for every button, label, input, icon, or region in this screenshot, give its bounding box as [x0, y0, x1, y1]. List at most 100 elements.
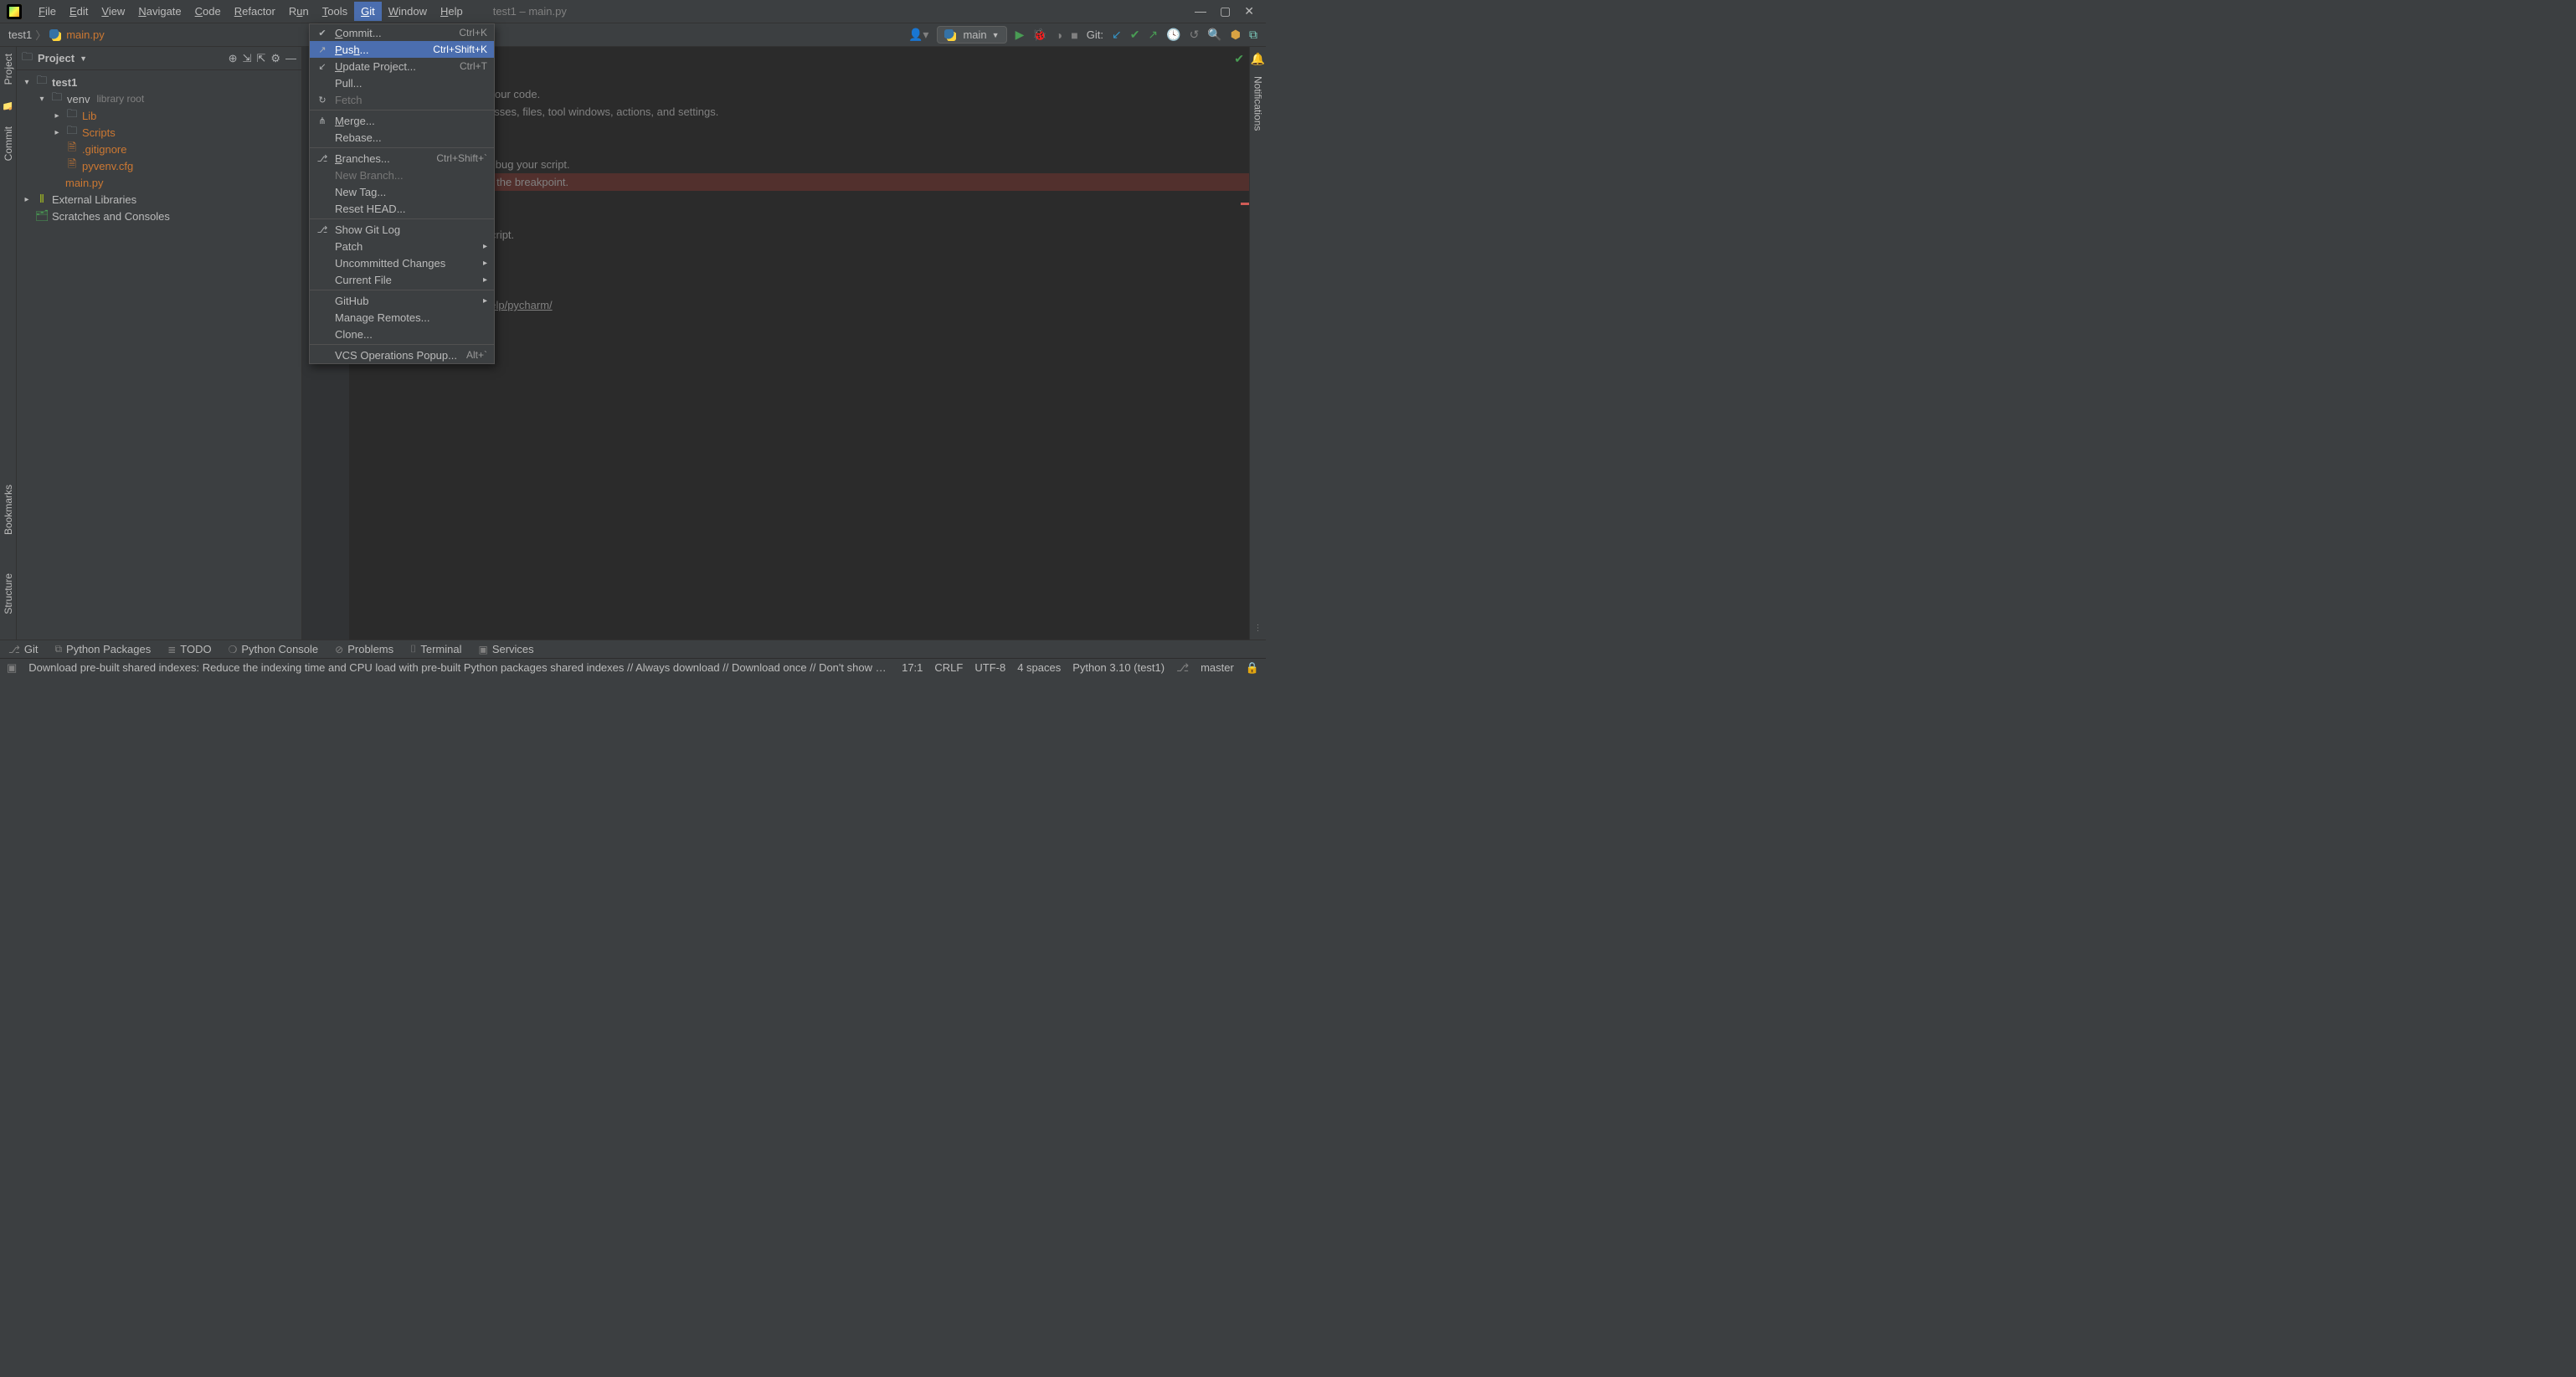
toolwindow-python-packages[interactable]: ⧉Python Packages	[54, 643, 151, 655]
git-reset-head[interactable]: Reset HEAD...	[310, 200, 494, 217]
tree-node-root[interactable]: ▾🗀test1	[17, 74, 301, 90]
toolwindow-commit[interactable]: Commit	[1, 125, 16, 162]
tree-node-lib[interactable]: ▸🗀Lib	[17, 107, 301, 124]
menu-code[interactable]: Code	[188, 2, 228, 21]
right-tool-stripe: 🔔 Notifications ⋮	[1249, 47, 1266, 640]
app-icon	[7, 4, 22, 19]
menu-window[interactable]: Window	[382, 2, 434, 21]
menu-tools[interactable]: Tools	[316, 2, 354, 21]
toolwindow-python-console[interactable]: ❍Python Console	[229, 643, 319, 655]
toolwindow-terminal[interactable]: ⌷Terminal	[410, 643, 461, 655]
status-message[interactable]: Download pre-built shared indexes: Reduc…	[28, 661, 890, 674]
git-branch-icon[interactable]: ⎇	[1176, 661, 1189, 675]
toolwindow-git[interactable]: ⎇Git	[8, 643, 38, 655]
git-push[interactable]: ↗Push...Ctrl+Shift+K	[310, 41, 494, 58]
select-opened-file-icon[interactable]: ⊕	[229, 52, 238, 65]
lock-icon[interactable]: 🔒	[1246, 661, 1259, 675]
error-stripe-mark[interactable]	[1241, 203, 1249, 205]
close-icon[interactable]: ✕	[1244, 4, 1254, 18]
git-update-icon[interactable]: ↙	[1112, 28, 1122, 42]
tree-node-pyvenv[interactable]: ▸🗎pyvenv.cfg	[17, 157, 301, 174]
git-github[interactable]: GitHub▸	[310, 292, 494, 309]
toolwindow-bookmarks[interactable]: Bookmarks	[1, 483, 16, 537]
notifications-bell-icon[interactable]: 🔔	[1251, 52, 1265, 66]
menu-navigate[interactable]: Navigate	[131, 2, 188, 21]
breadcrumb-file[interactable]: main.py	[66, 28, 105, 41]
inspection-ok-icon[interactable]: ✔	[1234, 52, 1244, 66]
git-show-log[interactable]: ⎇Show Git Log	[310, 221, 494, 238]
git-pull[interactable]: Pull...	[310, 75, 494, 91]
git-uncommitted-changes[interactable]: Uncommitted Changes▸	[310, 254, 494, 271]
status-branch[interactable]: master	[1201, 661, 1234, 674]
git-history-icon[interactable]: 🕓	[1166, 28, 1180, 42]
git-clone[interactable]: Clone...	[310, 326, 494, 342]
code-with-me-icon[interactable]: ⧉	[1249, 28, 1257, 42]
git-commit-icon[interactable]: ✔	[1130, 28, 1140, 42]
toolwindows-icon[interactable]: ▣	[7, 661, 17, 675]
add-user-icon[interactable]: 👤▾	[908, 28, 928, 42]
git-manage-remotes[interactable]: Manage Remotes...	[310, 309, 494, 326]
toolwindow-services[interactable]: ▣Services	[478, 643, 533, 655]
chevron-right-icon: 〉	[35, 27, 46, 43]
tree-node-gitignore[interactable]: ▸🗎.gitignore	[17, 141, 301, 157]
hide-icon[interactable]: —	[285, 52, 296, 64]
menu-help[interactable]: Help	[434, 2, 470, 21]
status-position[interactable]: 17:1	[902, 661, 923, 674]
toolwindow-problems[interactable]: ⊘Problems	[335, 643, 393, 655]
menu-git[interactable]: Git	[354, 2, 382, 21]
stop-button[interactable]: ■	[1071, 28, 1077, 42]
git-update-project[interactable]: ↙Update Project...Ctrl+T	[310, 58, 494, 75]
collapse-all-icon[interactable]: ⇱	[256, 52, 265, 65]
ide-settings-icon[interactable]: ⬢	[1231, 28, 1241, 42]
menu-run[interactable]: Run	[282, 2, 316, 21]
git-merge[interactable]: ⋔Merge...	[310, 112, 494, 129]
toolwindow-notifications[interactable]: Notifications	[1251, 75, 1266, 132]
project-tree: ▾🗀test1 ▾🗀venvlibrary root ▸🗀Lib ▸🗀Scrip…	[17, 70, 301, 228]
maximize-icon[interactable]: ▢	[1220, 4, 1231, 18]
git-current-file[interactable]: Current File▸	[310, 271, 494, 288]
debug-button[interactable]: 🐞	[1032, 28, 1046, 42]
chevron-down-icon[interactable]: ▼	[80, 54, 87, 63]
separator	[310, 218, 494, 219]
toolwindow-project[interactable]: Project	[1, 52, 16, 86]
coverage-button[interactable]: ◑	[1056, 28, 1062, 42]
git-branches[interactable]: ⎇Branches...Ctrl+Shift+`	[310, 150, 494, 167]
status-line-sep[interactable]: CRLF	[934, 661, 963, 674]
status-indent[interactable]: 4 spaces	[1017, 661, 1061, 674]
tree-node-external-libs[interactable]: ▸⫴External Libraries	[17, 191, 301, 208]
status-encoding[interactable]: UTF-8	[974, 661, 1005, 674]
git-push-icon[interactable]: ↗	[1148, 28, 1158, 42]
git-dropdown: ✔Commit...Ctrl+K ↗Push...Ctrl+Shift+K ↙U…	[309, 23, 495, 364]
menu-view[interactable]: View	[95, 2, 131, 21]
minimize-icon[interactable]: —	[1195, 4, 1206, 18]
gear-icon[interactable]: ⚙	[270, 52, 280, 65]
tree-node-venv[interactable]: ▾🗀venvlibrary root	[17, 90, 301, 107]
menu-edit[interactable]: Edit	[63, 2, 95, 21]
git-rebase[interactable]: Rebase...	[310, 129, 494, 146]
tree-node-scratches[interactable]: ▸🗂Scratches and Consoles	[17, 208, 301, 224]
project-pane: 🗀 Project ▼ ⊕ ⇲ ⇱ ⚙ — ▾🗀test1 ▾🗀venvlibr…	[17, 47, 302, 640]
tree-node-mainpy[interactable]: ▸main.py	[17, 174, 301, 191]
run-button[interactable]: ▶	[1015, 28, 1025, 42]
breadcrumb: test1 〉 main.py	[8, 27, 105, 43]
git-commit[interactable]: ✔Commit...Ctrl+K	[310, 24, 494, 41]
expand-all-icon[interactable]: ⇲	[243, 52, 252, 65]
more-icon[interactable]: ⋮	[1254, 624, 1262, 640]
breadcrumb-project[interactable]: test1	[8, 28, 32, 41]
git-new-tag[interactable]: New Tag...	[310, 183, 494, 200]
menu-refactor[interactable]: Refactor	[228, 2, 282, 21]
run-config-selector[interactable]: main ▼	[937, 26, 1006, 44]
toolwindow-structure[interactable]: Structure	[1, 572, 16, 616]
folder-icon[interactable]: 📁	[1, 98, 15, 112]
project-title[interactable]: Project	[38, 52, 75, 64]
git-rollback-icon[interactable]: ↺	[1190, 28, 1200, 42]
search-everywhere-icon[interactable]: 🔍	[1207, 28, 1221, 42]
git-patch[interactable]: Patch▸	[310, 238, 494, 254]
window-controls: — ▢ ✕	[1195, 4, 1262, 18]
status-interpreter[interactable]: Python 3.10 (test1)	[1072, 661, 1165, 674]
toolwindow-todo[interactable]: ≣TODO	[167, 643, 211, 655]
git-vcs-popup[interactable]: VCS Operations Popup...Alt+`	[310, 347, 494, 363]
tree-node-scripts[interactable]: ▸🗀Scripts	[17, 124, 301, 141]
python-icon	[944, 29, 956, 41]
menu-file[interactable]: FFileile	[32, 2, 63, 21]
